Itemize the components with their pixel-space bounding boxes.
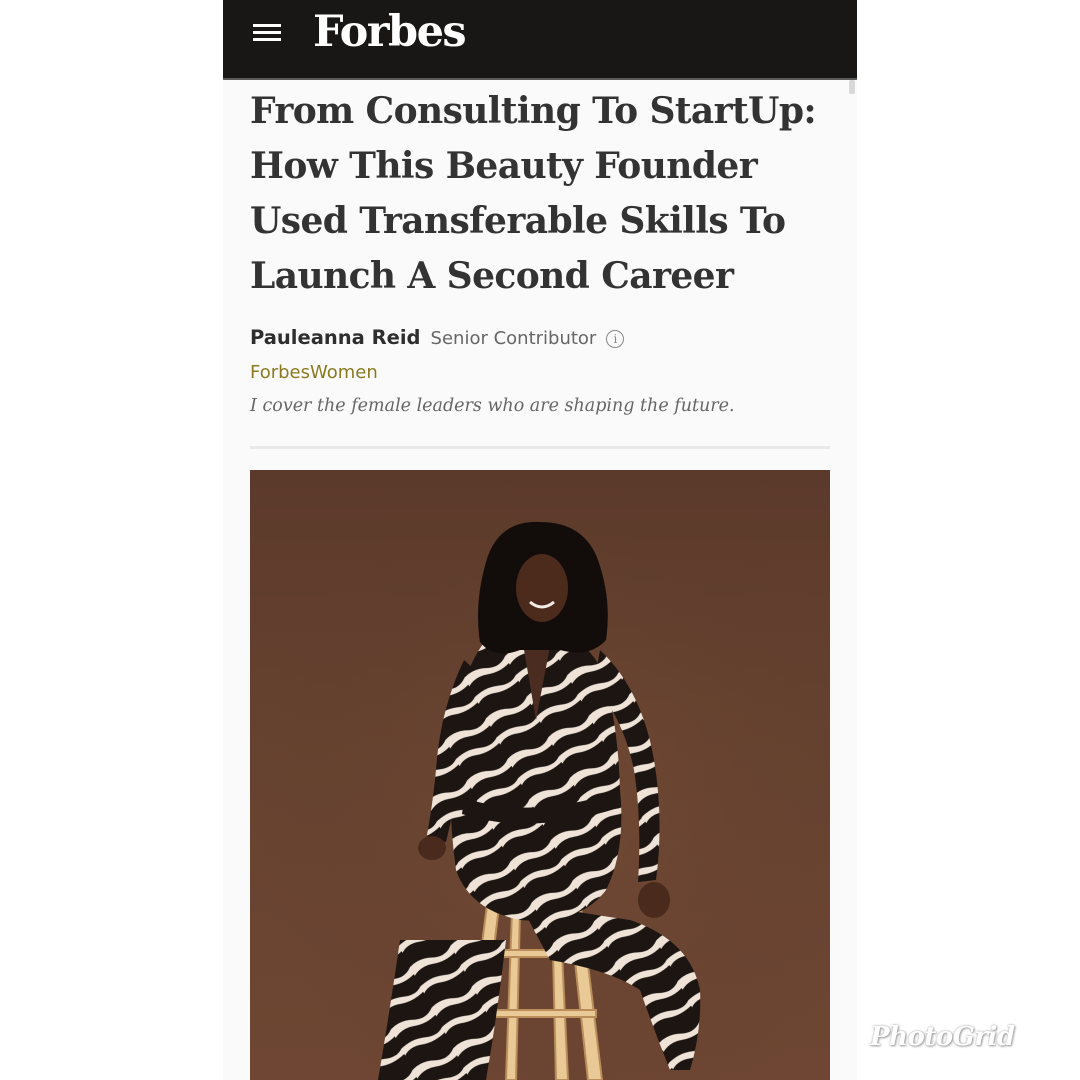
photogrid-watermark: PhotoGrid — [870, 1022, 1015, 1052]
top-navigation-bar: Forbes — [223, 0, 857, 80]
woman-on-stool-illustration — [250, 470, 830, 1080]
info-circle-icon[interactable]: i — [606, 330, 625, 348]
hamburger-menu-icon[interactable] — [253, 24, 281, 42]
author-tagline: I cover the female leaders who are shapi… — [250, 396, 735, 416]
collage-canvas: Forbes From Consulting To StartUp: How T… — [0, 0, 1080, 1080]
article-hero-image — [250, 470, 830, 1080]
section-divider — [250, 446, 830, 449]
article-headline: From Consulting To StartUp: How This Bea… — [250, 90, 817, 297]
channel-link[interactable]: ForbesWomen — [250, 362, 378, 383]
forbes-logo[interactable]: Forbes — [313, 6, 467, 58]
author-role: Senior Contributor — [430, 328, 597, 349]
author-name-link[interactable]: Pauleanna Reid — [250, 326, 420, 349]
scrollbar-thumb[interactable] — [849, 80, 855, 94]
author-byline: Pauleanna Reid Senior Contributor i — [250, 326, 625, 349]
forbes-mobile-page: Forbes From Consulting To StartUp: How T… — [223, 0, 857, 1080]
